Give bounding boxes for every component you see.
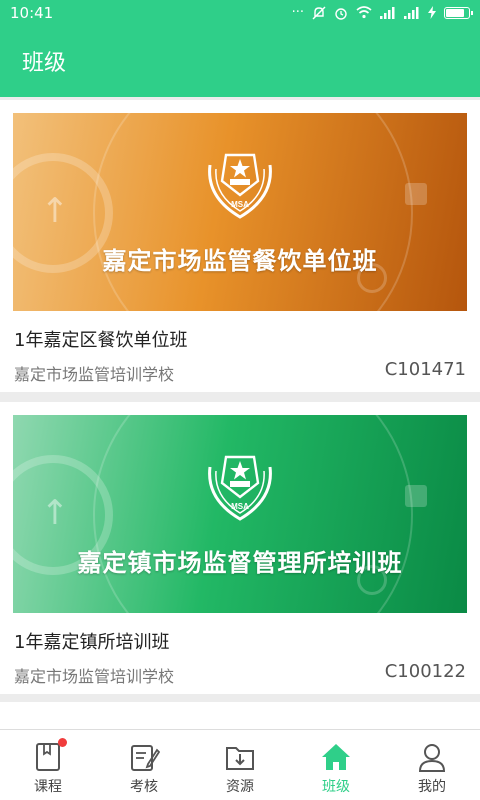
- folder-download-icon: [226, 747, 254, 770]
- tab-label: 资源: [226, 779, 254, 795]
- user-icon: [418, 744, 446, 772]
- dots-icon: ···: [291, 5, 304, 20]
- emblem-text: MSA: [231, 200, 249, 209]
- bottom-tab-bar: 课程 考核 资源 班级 我的: [0, 729, 480, 800]
- class-code: C100122: [384, 661, 466, 682]
- class-card-partial[interactable]: [0, 702, 480, 729]
- status-time: 10:41: [10, 3, 54, 22]
- emblem-text: MSA: [231, 502, 249, 511]
- class-code: C101471: [384, 359, 466, 380]
- tab-mine[interactable]: 我的: [384, 730, 480, 800]
- banner-title: 嘉定市场监管餐饮单位班: [102, 247, 378, 275]
- signal-icon: [380, 6, 395, 19]
- class-school: 嘉定市场监管培训学校: [14, 667, 175, 686]
- class-title: 1年嘉定镇所培训班: [14, 632, 170, 653]
- mute-icon: [312, 6, 326, 19]
- status-icons: ···: [291, 5, 473, 20]
- class-card[interactable]: ↑ MSA 嘉定镇市场监督管理所培训班 1年嘉定镇所培训班 嘉定市场监管培训学校…: [0, 402, 480, 694]
- tab-label: 班级: [322, 779, 350, 795]
- tab-exam[interactable]: 考核: [96, 730, 192, 800]
- battery-icon: [444, 6, 473, 19]
- notification-badge: [58, 738, 67, 747]
- status-bar: 10:41 ···: [0, 0, 480, 25]
- msa-emblem-icon: MSA: [208, 455, 272, 521]
- wifi-icon: [356, 6, 372, 19]
- tab-label: 考核: [130, 779, 158, 795]
- decoration: [405, 183, 427, 205]
- banner-title: 嘉定镇市场监督管理所培训班: [77, 549, 403, 577]
- app-bar: 班级: [0, 25, 480, 97]
- class-card[interactable]: ↑ MSA 嘉定市场监管餐饮单位班 1年嘉定区餐饮单位班 嘉定市场监管培训学校 …: [0, 100, 480, 392]
- tab-label: 课程: [34, 779, 62, 795]
- class-title: 1年嘉定区餐饮单位班: [14, 330, 188, 351]
- book-icon: [36, 743, 60, 771]
- charging-icon: [428, 6, 436, 19]
- signal-icon: [404, 6, 419, 19]
- edit-icon: [131, 745, 160, 771]
- arrow-up-icon: ↑: [40, 191, 70, 231]
- house-icon: [322, 744, 350, 770]
- tab-resource[interactable]: 资源: [192, 730, 288, 800]
- page-title: 班级: [22, 51, 67, 76]
- class-banner[interactable]: ↑ MSA 嘉定市场监管餐饮单位班: [13, 113, 467, 311]
- arrow-up-icon: ↑: [40, 493, 70, 533]
- tab-label: 我的: [418, 779, 446, 795]
- tab-course[interactable]: 课程: [0, 730, 96, 800]
- decoration: [405, 485, 427, 507]
- class-banner[interactable]: ↑ MSA 嘉定镇市场监督管理所培训班: [13, 415, 467, 613]
- alarm-icon: [335, 7, 347, 20]
- msa-emblem-icon: MSA: [208, 153, 272, 219]
- tab-class[interactable]: 班级: [288, 730, 384, 800]
- class-list[interactable]: ↑ MSA 嘉定市场监管餐饮单位班 1年嘉定区餐饮单位班 嘉定市场监管培训学校 …: [0, 97, 480, 729]
- class-school: 嘉定市场监管培训学校: [14, 365, 175, 384]
